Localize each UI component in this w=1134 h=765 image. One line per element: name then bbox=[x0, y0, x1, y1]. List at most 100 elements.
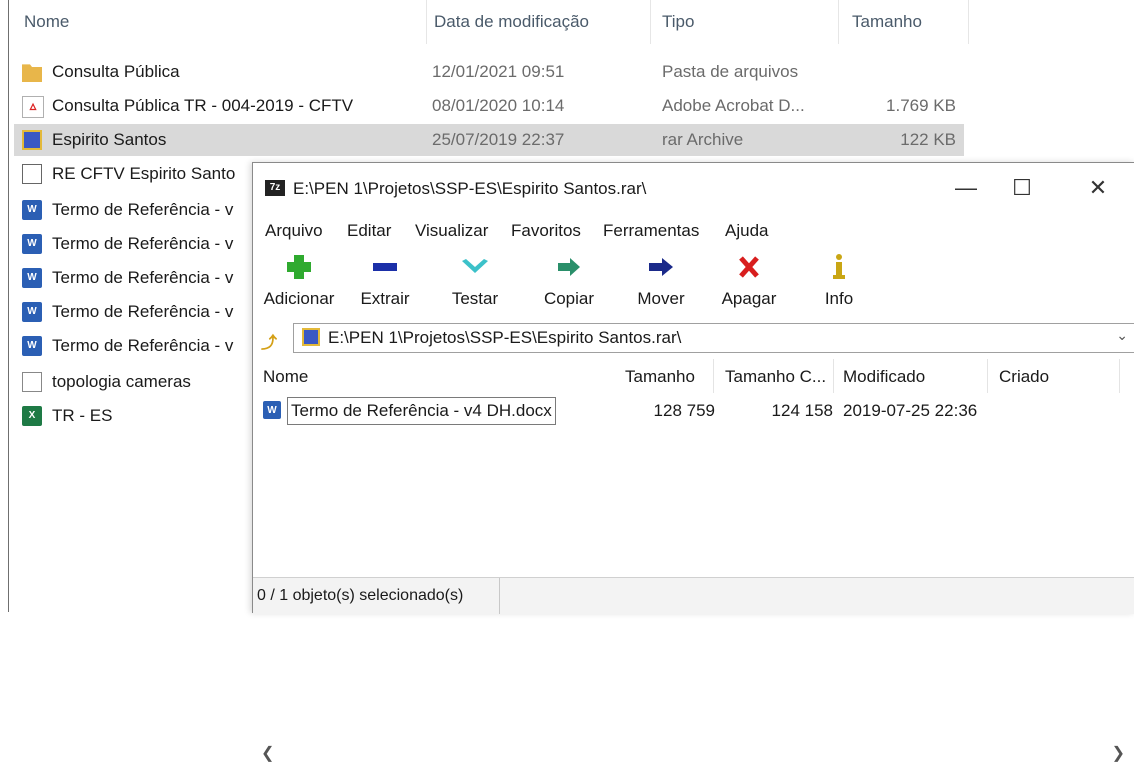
image-file-icon bbox=[22, 372, 42, 392]
menu-arquivo[interactable]: Arquivo bbox=[265, 221, 323, 241]
minimize-button[interactable]: — bbox=[943, 171, 989, 205]
list-header-name[interactable]: Nome bbox=[263, 367, 308, 387]
address-bar: ⤴ E:\PEN 1\Projetos\SSP-ES\Espirito Sant… bbox=[253, 321, 1134, 355]
excel-file-icon: X bbox=[22, 406, 42, 426]
list-header-packed-size[interactable]: Tamanho C... bbox=[725, 367, 826, 387]
extract-button[interactable]: Extrair bbox=[353, 253, 417, 309]
file-type: rar Archive bbox=[662, 130, 744, 149]
column-header-size[interactable]: Tamanho bbox=[852, 12, 922, 32]
archive-file-packed-size: 124 158 bbox=[771, 401, 833, 420]
column-header-date[interactable]: Data de modificação bbox=[434, 12, 589, 32]
list-item[interactable]: W Termo de Referência - v4 DH.docx 128 7… bbox=[263, 397, 1123, 425]
pdf-icon: ▵ bbox=[22, 96, 44, 118]
word-document-icon: W bbox=[22, 336, 42, 356]
column-header-type[interactable]: Tipo bbox=[662, 12, 694, 32]
toolbar: Adicionar Extrair Testar Copiar Mover Ap… bbox=[253, 249, 1134, 319]
copy-arrow-icon bbox=[552, 253, 586, 281]
file-date: 12/01/2021 09:51 bbox=[432, 62, 565, 81]
sevenzip-window: 7z E:\PEN 1\Projetos\SSP-ES\Espirito San… bbox=[252, 162, 1134, 762]
file-date: 25/07/2019 22:37 bbox=[432, 130, 565, 149]
column-separator[interactable] bbox=[833, 359, 834, 393]
archive-file-name[interactable]: Termo de Referência - v4 DH.docx bbox=[287, 397, 556, 425]
extract-label: Extrair bbox=[360, 289, 410, 308]
file-row-consulta-publica-pdf[interactable]: ▵ Consulta Pública TR - 004-2019 - CFTV … bbox=[14, 90, 964, 122]
file-type: Pasta de arquivos bbox=[662, 62, 799, 81]
word-document-icon: W bbox=[22, 200, 42, 220]
file-size: 1.769 KB bbox=[886, 96, 956, 115]
archive-file-size: 128 759 bbox=[653, 401, 715, 420]
test-label: Testar bbox=[451, 289, 499, 308]
rar-archive-icon bbox=[22, 130, 42, 150]
scroll-left-icon[interactable]: ❮ bbox=[261, 743, 274, 763]
horizontal-scrollbar[interactable]: ❮ ❯ bbox=[253, 743, 1134, 765]
column-header-name[interactable]: Nome bbox=[24, 12, 69, 32]
file-name: Consulta Pública bbox=[52, 62, 180, 81]
file-name: TR - ES bbox=[52, 406, 113, 425]
status-text: 0 / 1 objeto(s) selecionado(s) bbox=[257, 587, 464, 604]
move-arrow-icon bbox=[644, 253, 678, 281]
file-row-consulta-publica-folder[interactable]: Consulta Pública 12/01/2021 09:51 Pasta … bbox=[14, 56, 964, 88]
column-separator[interactable] bbox=[713, 359, 714, 393]
add-button[interactable]: Adicionar bbox=[257, 253, 341, 309]
close-button[interactable]: ✕ bbox=[1075, 171, 1121, 205]
delete-button[interactable]: Apagar bbox=[711, 253, 787, 309]
file-name: Consulta Pública TR - 004-2019 - CFTV bbox=[52, 96, 354, 115]
window-title: E:\PEN 1\Projetos\SSP-ES\Espirito Santos… bbox=[293, 179, 647, 198]
column-separator[interactable] bbox=[968, 0, 969, 44]
check-chevron-icon bbox=[458, 253, 492, 281]
file-name: topologia cameras bbox=[52, 372, 191, 391]
list-header-size[interactable]: Tamanho bbox=[625, 367, 695, 387]
minus-icon bbox=[368, 253, 402, 281]
test-button[interactable]: Testar bbox=[443, 253, 507, 309]
column-separator[interactable] bbox=[987, 359, 988, 393]
file-name: Espirito Santos bbox=[52, 130, 167, 149]
menu-ajuda[interactable]: Ajuda bbox=[725, 221, 768, 241]
file-size: 122 KB bbox=[900, 130, 956, 149]
menu-editar[interactable]: Editar bbox=[347, 221, 391, 241]
info-icon bbox=[822, 253, 856, 281]
file-name: Termo de Referência - v bbox=[52, 302, 234, 321]
column-separator[interactable] bbox=[426, 0, 427, 44]
up-folder-icon[interactable]: ⤴ bbox=[261, 329, 277, 353]
explorer-left-border bbox=[8, 0, 9, 612]
chevron-down-icon[interactable]: ⌄ bbox=[1116, 327, 1128, 344]
status-bar: 0 / 1 objeto(s) selecionado(s) bbox=[253, 577, 1134, 614]
delete-x-icon bbox=[732, 253, 766, 281]
file-name: Termo de Referência - v bbox=[52, 268, 234, 287]
file-name: Termo de Referência - v bbox=[52, 200, 234, 219]
folder-icon bbox=[22, 64, 42, 82]
scroll-right-icon[interactable]: ❯ bbox=[1112, 743, 1125, 763]
word-document-icon: W bbox=[263, 401, 281, 419]
move-label: Mover bbox=[637, 289, 685, 308]
copy-label: Copiar bbox=[543, 289, 595, 308]
add-label: Adicionar bbox=[263, 289, 335, 308]
column-separator[interactable] bbox=[1119, 359, 1120, 393]
maximize-button[interactable]: ☐ bbox=[999, 171, 1045, 205]
mail-icon bbox=[22, 164, 42, 184]
menu-visualizar[interactable]: Visualizar bbox=[415, 221, 488, 241]
address-field[interactable]: E:\PEN 1\Projetos\SSP-ES\Espirito Santos… bbox=[293, 323, 1134, 353]
column-separator[interactable] bbox=[650, 0, 651, 44]
file-row-espirito-santos-rar[interactable]: Espirito Santos 25/07/2019 22:37 rar Arc… bbox=[14, 124, 964, 156]
file-name: Termo de Referência - v bbox=[52, 336, 234, 355]
sevenzip-app-icon: 7z bbox=[265, 180, 285, 196]
plus-icon bbox=[282, 253, 316, 281]
title-bar[interactable]: 7z E:\PEN 1\Projetos\SSP-ES\Espirito San… bbox=[253, 163, 1134, 213]
menu-bar: Arquivo Editar Visualizar Favoritos Ferr… bbox=[253, 217, 1134, 245]
copy-button[interactable]: Copiar bbox=[533, 253, 605, 309]
info-label: Info bbox=[824, 289, 854, 308]
move-button[interactable]: Mover bbox=[625, 253, 697, 309]
menu-ferramentas[interactable]: Ferramentas bbox=[603, 221, 699, 241]
file-name: Termo de Referência - v bbox=[52, 234, 234, 253]
column-separator[interactable] bbox=[838, 0, 839, 44]
list-header-created[interactable]: Criado bbox=[999, 367, 1049, 387]
rar-archive-icon bbox=[302, 328, 320, 346]
file-name: RE CFTV Espirito Santo bbox=[52, 164, 236, 183]
archive-file-list: Nome Tamanho Tamanho C... Modificado Cri… bbox=[253, 359, 1134, 762]
file-type: Adobe Acrobat D... bbox=[662, 96, 805, 115]
delete-label: Apagar bbox=[721, 289, 777, 308]
menu-favoritos[interactable]: Favoritos bbox=[511, 221, 581, 241]
file-date: 08/01/2020 10:14 bbox=[432, 96, 565, 115]
info-button[interactable]: Info bbox=[809, 253, 869, 309]
list-header-modified[interactable]: Modificado bbox=[843, 367, 925, 387]
